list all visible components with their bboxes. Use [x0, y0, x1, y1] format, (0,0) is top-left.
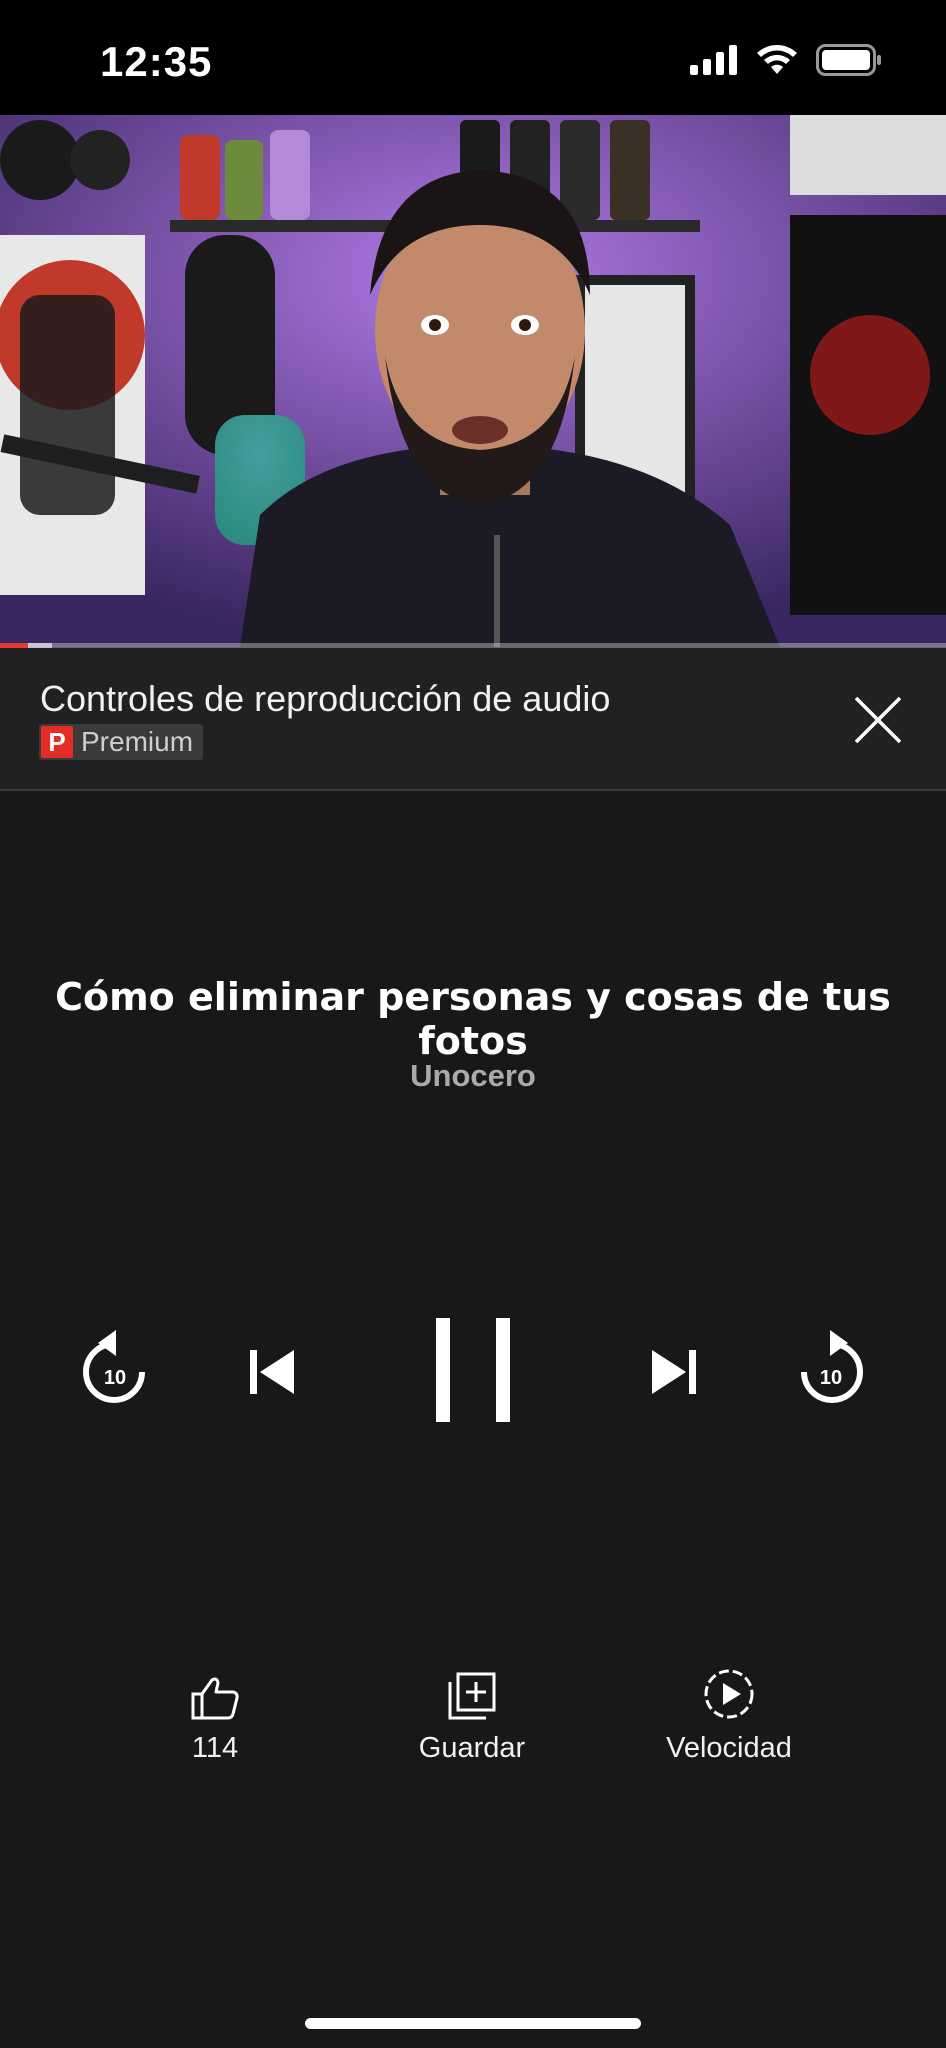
like-button[interactable]: 114	[115, 1660, 315, 1765]
track-title: Cómo eliminar personas y cosas de tus fo…	[55, 975, 891, 1063]
wifi-icon	[757, 45, 797, 74]
signal-icon	[690, 45, 737, 75]
pause-button[interactable]	[436, 1318, 510, 1422]
previous-icon	[250, 1350, 294, 1394]
status-bar: 12:35	[0, 0, 946, 115]
premium-logo-icon: P	[41, 726, 73, 758]
battery-icon	[816, 44, 881, 76]
premium-badge: P Premium	[39, 724, 204, 760]
channel-name[interactable]: Unocero	[0, 1058, 946, 1094]
playback-speed-icon	[704, 1669, 754, 1719]
video-thumbnail	[0, 115, 946, 647]
add-to-playlist-icon	[448, 1672, 496, 1720]
forward-10-button[interactable]: 10	[792, 1328, 864, 1408]
forward-10-icon: 10	[801, 1330, 863, 1403]
next-button[interactable]	[648, 1348, 698, 1396]
video-player[interactable]	[0, 115, 946, 647]
forward-seconds-label: 10	[820, 1367, 842, 1389]
replay-seconds-label: 10	[104, 1367, 126, 1389]
speed-button[interactable]: Velocidad	[629, 1660, 829, 1765]
like-count: 114	[191, 1732, 239, 1764]
close-icon	[854, 696, 902, 744]
thumbs-up-icon	[191, 1677, 239, 1720]
speed-label: Velocidad	[666, 1732, 792, 1764]
next-icon	[652, 1350, 696, 1394]
status-time: 12:35	[100, 38, 213, 85]
header-title: Controles de reproducción de audio	[40, 678, 611, 719]
premium-label: Premium	[81, 726, 194, 757]
save-label: Guardar	[418, 1732, 526, 1764]
replay-10-icon: 10	[83, 1330, 145, 1403]
status-icons	[690, 44, 882, 76]
replay-10-button[interactable]: 10	[82, 1328, 154, 1408]
pause-icon	[436, 1318, 510, 1422]
save-button[interactable]: Guardar	[372, 1660, 572, 1765]
home-indicator[interactable]	[305, 2018, 641, 2029]
previous-button[interactable]	[248, 1348, 298, 1396]
audio-controls-header: Controles de reproducción de audio P Pre…	[0, 648, 946, 791]
close-button[interactable]	[850, 692, 906, 748]
